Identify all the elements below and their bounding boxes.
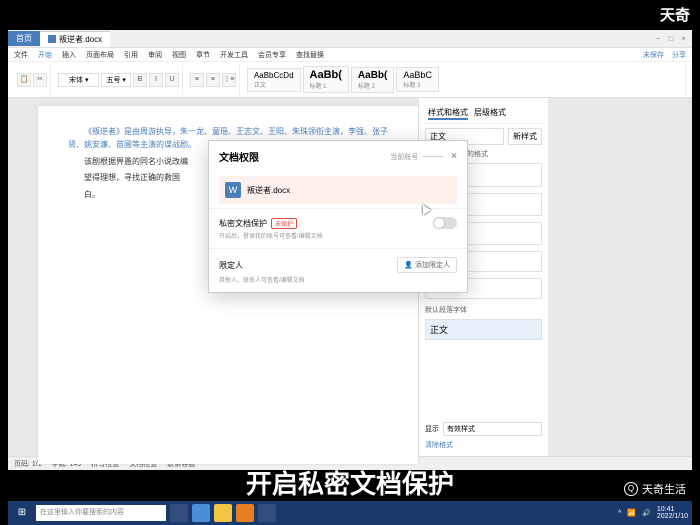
menubar: 文件 开始 插入 页面布局 引用 审阅 视图 章节 开发工具 会员专享 查找替换… xyxy=(8,48,692,62)
menu-review[interactable]: 审阅 xyxy=(148,50,162,60)
explorer-icon[interactable] xyxy=(214,504,232,522)
style-h2[interactable]: AaBb(标题 2 xyxy=(351,67,394,93)
cut-button[interactable]: ✂ xyxy=(33,73,47,87)
size-select[interactable]: 五号 ▾ xyxy=(101,73,130,87)
menu-chapter[interactable]: 章节 xyxy=(196,50,210,60)
limit-label: 限定人 xyxy=(219,260,243,271)
clipboard-group: 📋 ✂ xyxy=(14,65,51,95)
filename: 叛逆者.docx xyxy=(247,185,290,196)
share-button[interactable]: 分享 xyxy=(672,50,686,60)
start-button[interactable]: ⊞ xyxy=(12,504,32,522)
close-icon[interactable]: × xyxy=(681,34,686,43)
permission-dialog: 文档权限 当前账号 : ——— × W 叛逆者.docx 私密文档保护 未保护 … xyxy=(208,140,468,293)
volume-icon[interactable]: 🔊 xyxy=(642,509,651,517)
bold-button[interactable]: B xyxy=(133,73,147,87)
clear-format[interactable]: 清除格式 xyxy=(425,440,542,450)
doc-icon xyxy=(48,35,56,43)
tab-home[interactable]: 首页 xyxy=(8,31,40,46)
tab-levels[interactable]: 层级格式 xyxy=(474,107,506,120)
user-label: 当前账号 xyxy=(390,152,418,162)
wps-icon[interactable] xyxy=(236,504,254,522)
style-item-normal[interactable]: 正文 xyxy=(425,319,542,340)
window-controls: − □ × xyxy=(656,34,692,43)
limit-section: 限定人 👤 添加限定人 其他人、联系人可查看/编辑文档 xyxy=(209,248,467,292)
paste-button[interactable]: 📋 xyxy=(17,73,31,87)
brand-watermark: Q 天奇生活 xyxy=(624,481,686,497)
style-h3[interactable]: AaBbC标题 3 xyxy=(396,67,439,92)
tray-up-icon[interactable]: ^ xyxy=(618,510,621,517)
tab-document[interactable]: 叛逆者.docx xyxy=(40,31,110,47)
align-center-button[interactable]: ≡ xyxy=(206,73,220,87)
ribbon: 📋 ✂ 宋体 ▾ 五号 ▾ B I U ≡ ≡ ⋮≡ AaBbCcDd正文 Aa… xyxy=(8,62,692,98)
app-icon[interactable] xyxy=(258,504,276,522)
add-person-button[interactable]: 👤 添加限定人 xyxy=(397,257,457,273)
align-left-button[interactable]: ≡ xyxy=(190,73,204,87)
network-icon[interactable]: 📶 xyxy=(627,509,636,517)
file-row: W 叛逆者.docx xyxy=(219,176,457,204)
styles-group: AaBbCcDd正文 AaBb(标题 1 AaBb(标题 2 AaBbC标题 3 xyxy=(244,65,686,95)
word-icon: W xyxy=(225,182,241,198)
menu-vip[interactable]: 会员专享 xyxy=(258,50,286,60)
limit-hint: 其他人、联系人可查看/编辑文档 xyxy=(219,275,457,284)
style-h1[interactable]: AaBb(标题 1 xyxy=(303,66,349,93)
maximize-icon[interactable]: □ xyxy=(668,34,673,43)
video-caption: 开启私密文档保护 xyxy=(0,464,700,501)
protect-toggle[interactable] xyxy=(433,217,457,229)
show-select[interactable]: 有效样式 xyxy=(443,422,542,436)
new-style-button[interactable]: 新样式 xyxy=(508,128,542,145)
tab-styles[interactable]: 样式和格式 xyxy=(428,107,468,120)
titlebar: 首页 叛逆者.docx − □ × xyxy=(8,30,692,48)
underline-button[interactable]: U xyxy=(165,73,179,87)
para-group: ≡ ≡ ⋮≡ xyxy=(187,65,240,95)
font-select[interactable]: 宋体 ▾ xyxy=(58,73,99,87)
menu-layout[interactable]: 页面布局 xyxy=(86,50,114,60)
style-normal[interactable]: AaBbCcDd正文 xyxy=(247,68,301,92)
clock-date[interactable]: 2022/1/10 xyxy=(657,513,688,520)
dialog-close-icon[interactable]: × xyxy=(451,151,457,162)
minimize-icon[interactable]: − xyxy=(656,34,661,43)
menu-ref[interactable]: 引用 xyxy=(124,50,138,60)
italic-button[interactable]: I xyxy=(149,73,163,87)
font-group: 宋体 ▾ 五号 ▾ B I U xyxy=(55,65,183,95)
brand-icon: Q xyxy=(624,482,638,496)
system-tray: ^ 📶 🔊 10:41 2022/1/10 xyxy=(618,506,688,520)
menu-find[interactable]: 查找替换 xyxy=(296,50,324,60)
save-status: 未保存 xyxy=(643,50,664,60)
edge-icon[interactable] xyxy=(192,504,210,522)
protect-badge: 未保护 xyxy=(271,218,297,229)
list-button[interactable]: ⋮≡ xyxy=(222,73,236,87)
font-label: 默认段落字体 xyxy=(425,305,542,315)
pane-tabs: 样式和格式 层级格式 xyxy=(425,104,542,124)
protect-hint: 开启后，登录我的账号可查看/编辑文档 xyxy=(219,231,457,240)
taskbar: ⊞ 在这里输入你要搜索的内容 ^ 📶 🔊 10:41 2022/1/10 xyxy=(8,501,692,525)
protect-section: 私密文档保护 未保护 开启后，登录我的账号可查看/编辑文档 xyxy=(209,208,467,248)
menu-dev[interactable]: 开发工具 xyxy=(220,50,248,60)
menu-insert[interactable]: 插入 xyxy=(62,50,76,60)
menu-start[interactable]: 开始 xyxy=(38,50,52,60)
dialog-title: 文档权限 当前账号 : ——— × xyxy=(209,141,467,172)
task-view-icon[interactable] xyxy=(170,504,188,522)
menu-file[interactable]: 文件 xyxy=(14,50,28,60)
search-input[interactable]: 在这里输入你要搜索的内容 xyxy=(36,505,166,521)
menu-view[interactable]: 视图 xyxy=(172,50,186,60)
wps-window: 首页 叛逆者.docx − □ × 文件 开始 插入 页面布局 引用 审阅 视图… xyxy=(8,30,692,470)
show-label: 显示 xyxy=(425,424,439,434)
video-topbar: 天奇 xyxy=(0,0,700,30)
protect-label: 私密文档保护 xyxy=(219,218,267,229)
clock-time[interactable]: 10:41 xyxy=(657,506,688,513)
